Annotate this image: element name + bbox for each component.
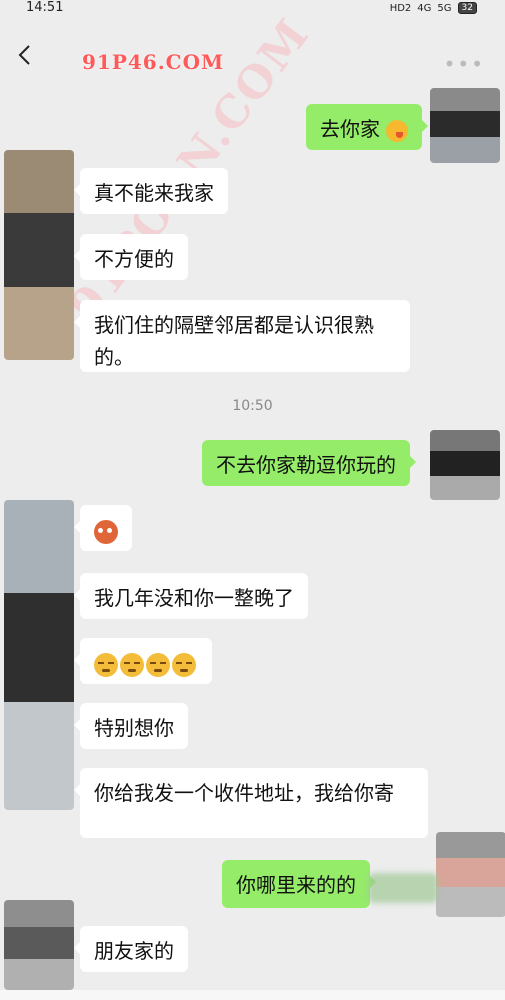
chat-bubble-outgoing[interactable]: 不去你家勒逗你玩的 <box>202 440 416 486</box>
contact-avatar[interactable] <box>4 150 74 360</box>
sick-face-icon <box>94 519 118 544</box>
chat-bubble-outgoing[interactable]: 去你家 <box>306 104 429 150</box>
chat-timestamp: 10:50 <box>232 398 273 414</box>
chat-bubble-incoming[interactable] <box>74 505 132 551</box>
message-text-line: 我们住的隔壁邻居都是认识很熟 <box>94 313 374 337</box>
message-text: 去你家 <box>320 117 380 141</box>
chat-header: ••• <box>0 30 505 80</box>
chat-bubble-incoming[interactable]: 你给我发一个收件地址，我给你寄 <box>74 768 428 838</box>
input-bar-edge <box>0 990 505 1000</box>
status-time: 14:51 <box>26 0 64 15</box>
more-options-icon[interactable]: ••• <box>444 52 485 76</box>
message-text: 特别想你 <box>94 716 174 740</box>
hd-indicator: HD2 <box>389 2 412 14</box>
signal-4g-icon: 4G <box>417 2 432 14</box>
status-icons: HD2 4G 5G 32 <box>390 2 477 14</box>
message-text: 不方便的 <box>94 247 174 271</box>
chat-bubble-incoming[interactable]: 我几年没和你一整晚了 <box>74 573 308 619</box>
chat-bubble-incoming[interactable] <box>74 638 212 684</box>
chat-bubble-incoming[interactable]: 真不能来我家 <box>74 168 228 214</box>
back-arrow-icon[interactable] <box>16 44 34 66</box>
message-text: 真不能来我家 <box>94 181 214 205</box>
message-text: 你哪里来的的 <box>236 873 356 897</box>
tired-face-icon <box>146 652 170 677</box>
contact-avatar[interactable] <box>4 900 74 990</box>
self-avatar[interactable] <box>430 430 500 500</box>
tired-face-icon <box>94 652 118 677</box>
chat-bubble-incoming[interactable]: 不方便的 <box>74 234 188 280</box>
message-text: 我几年没和你一整晚了 <box>94 586 294 610</box>
message-text: 不去你家勒逗你玩的 <box>216 453 396 477</box>
chat-bubble-incoming[interactable]: 特别想你 <box>74 703 188 749</box>
signal-5g-icon: 5G <box>437 2 452 14</box>
chat-bubble-incoming[interactable]: 我们住的隔壁邻居都是认识很熟 的。 <box>74 300 410 372</box>
status-bar: 14:51 HD2 4G 5G 32 <box>0 0 505 20</box>
contact-avatar[interactable] <box>4 500 74 810</box>
message-text: 你给我发一个收件地址，我给你寄 <box>94 781 394 805</box>
message-text-line: 的。 <box>94 345 134 369</box>
watermark-logo: 91P46.COM <box>82 50 225 74</box>
self-avatar[interactable] <box>430 88 500 163</box>
tired-face-icon <box>120 652 144 677</box>
self-avatar[interactable] <box>436 832 505 917</box>
redaction-blur <box>368 873 438 903</box>
message-text: 朋友家的 <box>94 939 174 963</box>
winking-face-icon <box>386 119 409 142</box>
chat-bubble-incoming[interactable]: 朋友家的 <box>74 926 188 972</box>
chat-bubble-outgoing[interactable]: 你哪里来的的 <box>222 860 376 908</box>
battery-icon: 32 <box>457 2 477 14</box>
tired-face-icon <box>172 652 196 677</box>
